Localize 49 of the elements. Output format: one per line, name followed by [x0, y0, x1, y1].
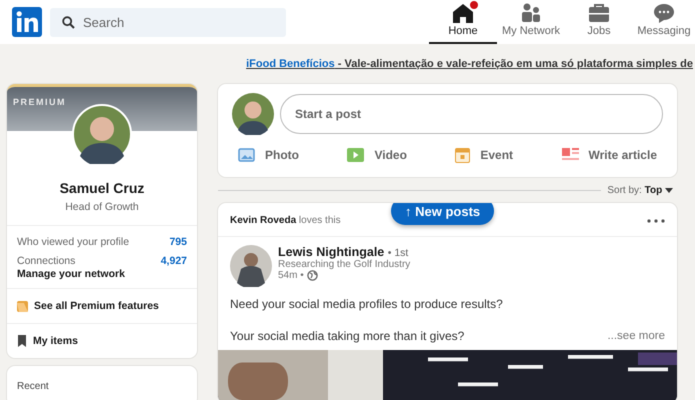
- profile-headline: Head of Growth: [7, 201, 197, 226]
- article-icon: [562, 148, 579, 162]
- house-icon: [451, 2, 475, 24]
- post-time: 54m •: [278, 270, 304, 281]
- nav-tab[interactable]: Jobs: [565, 0, 633, 44]
- recent-heading: Recent: [17, 381, 49, 392]
- avatar-icon[interactable]: [232, 93, 274, 135]
- composer-action[interactable]: Photo: [232, 143, 305, 167]
- composer-action[interactable]: Write article: [556, 143, 663, 167]
- stat-count[interactable]: 4,927: [160, 255, 187, 267]
- profile-link[interactable]: My items: [7, 324, 197, 358]
- search-icon: [62, 16, 75, 28]
- ad-text: iFood Benefícios - Vale-alimentação e vale-refeição em uma só plataforma simples de: [246, 58, 693, 70]
- bookmark-icon: [17, 335, 27, 347]
- start-post-field[interactable]: Start a post: [280, 94, 663, 134]
- composer-action[interactable]: Video: [341, 143, 413, 167]
- stat-count[interactable]: 795: [169, 236, 187, 248]
- stat-label[interactable]: Who viewed your profile: [17, 236, 130, 248]
- post-text: Need your social media profiles to produce results?: [229, 296, 504, 311]
- sort-dropdown[interactable]: Sort by: Top: [607, 184, 677, 196]
- manage-network-link[interactable]: Manage your network: [17, 268, 187, 280]
- nav-tab[interactable]: My Network: [497, 0, 565, 44]
- logo-icon[interactable]: [12, 7, 42, 37]
- profile-name[interactable]: Samuel Cruz: [7, 180, 197, 196]
- globe-icon: [306, 270, 318, 281]
- nav-tab[interactable]: Messaging: [633, 0, 695, 44]
- nav-tab[interactable]: Home: [429, 0, 497, 44]
- stat-label[interactable]: Connections: [17, 255, 76, 267]
- more-icon[interactable]: [647, 218, 665, 222]
- avatar-icon[interactable]: [72, 104, 132, 164]
- author-headline: Researching the Golf Industry: [278, 259, 410, 270]
- composer-action[interactable]: Event: [449, 143, 520, 167]
- calendar-icon: [455, 147, 470, 163]
- author-avatar-icon[interactable]: [230, 245, 272, 287]
- premium-label: PREMIUM: [13, 97, 66, 107]
- connection-degree: • 1st: [388, 247, 408, 259]
- profile-link[interactable]: See all Premium features: [7, 289, 197, 324]
- see-more-link[interactable]: ...see more: [607, 330, 665, 342]
- premium-icon: [17, 300, 28, 312]
- search-field[interactable]: Search: [50, 8, 286, 36]
- new-posts-button[interactable]: ↑ New posts: [391, 203, 494, 225]
- image-icon: [238, 148, 255, 162]
- activity-text: Kevin Roveda loves this: [230, 215, 341, 226]
- author-name[interactable]: Lewis Nightingale: [278, 245, 384, 259]
- ad-link[interactable]: iFood Benefícios: [246, 58, 335, 70]
- play-icon: [347, 148, 364, 162]
- people-icon: [519, 2, 543, 24]
- caret-icon: [665, 188, 673, 192]
- post-text: Your social media taking more than it gives?: [230, 329, 464, 343]
